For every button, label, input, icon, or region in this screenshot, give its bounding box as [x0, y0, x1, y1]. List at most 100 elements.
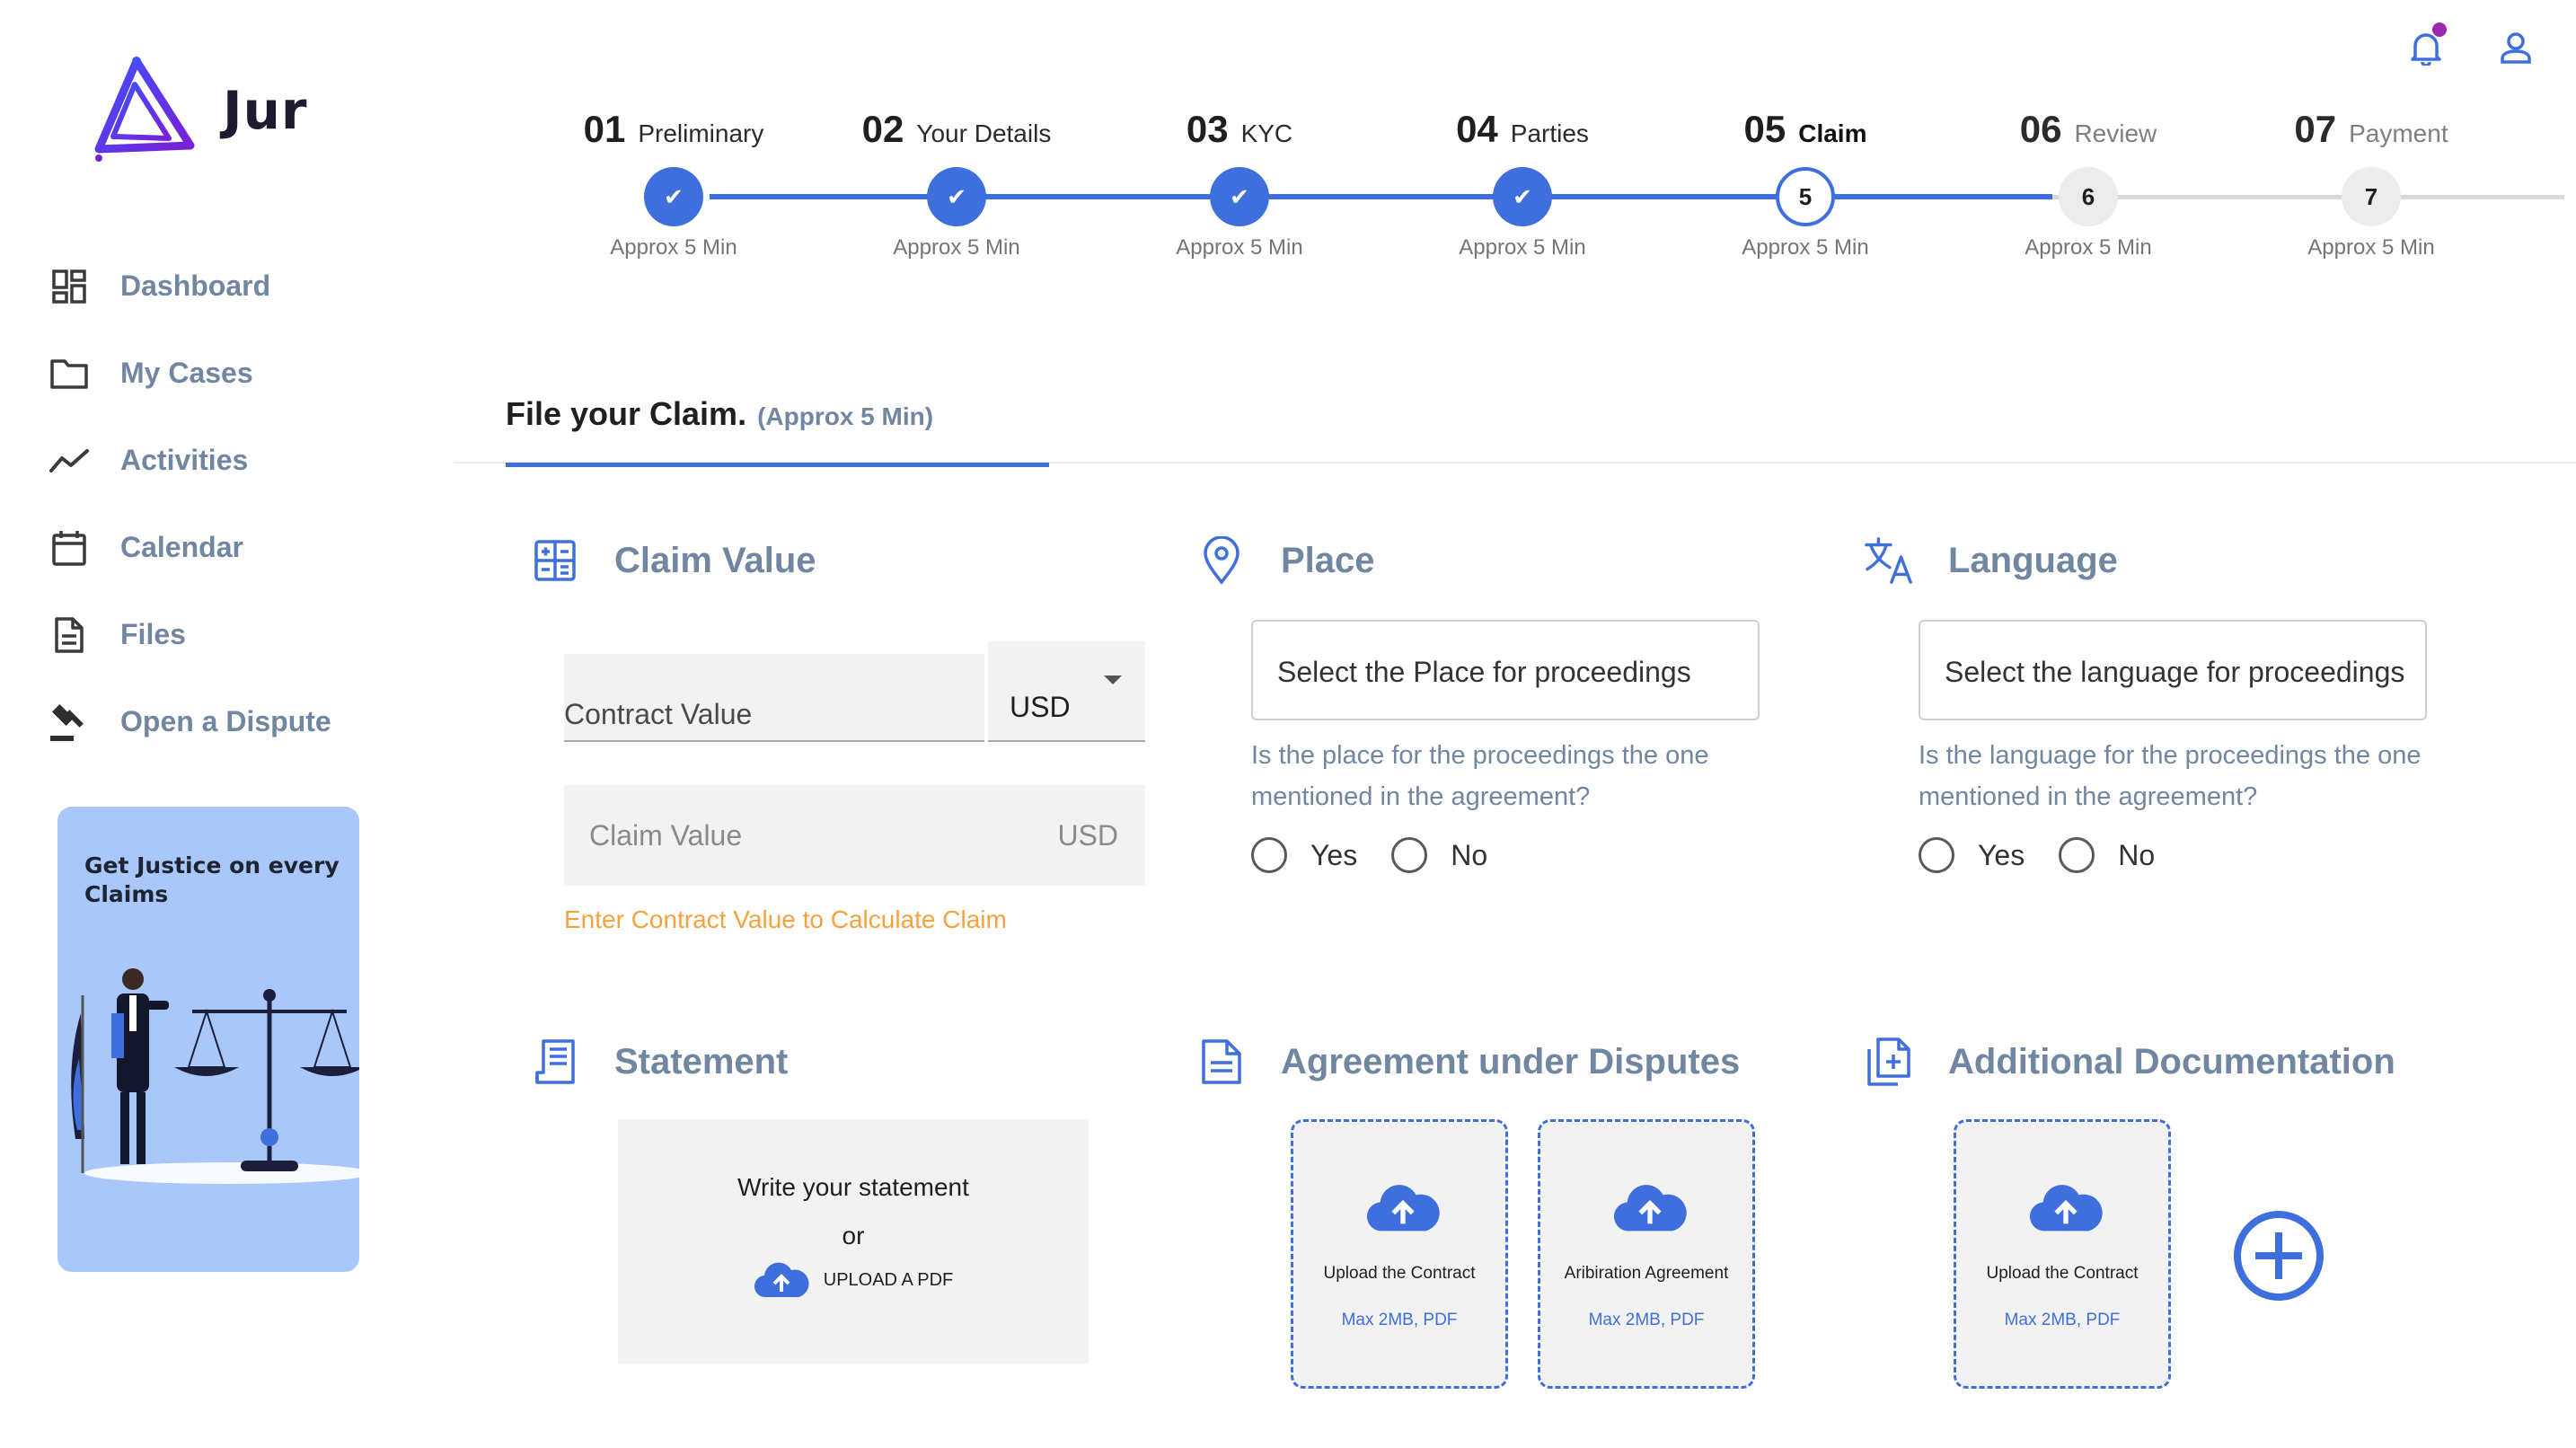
progress-stepper: 01 Preliminary ✔ Approx 5 Min 02 Your Deta… — [539, 108, 2564, 278]
stepper-line-pending — [2052, 195, 2564, 199]
step-number: 05 — [1743, 108, 1786, 150]
upload-contract-card[interactable]: Upload the Contract Max 2MB, PDF — [1291, 1119, 1508, 1389]
step-parties[interactable]: 04 Parties ✔ Approx 5 Min — [1388, 108, 1657, 260]
step-check-icon: ✔ — [1210, 167, 1269, 226]
upload-pdf-label: UPLOAD A PDF — [823, 1269, 954, 1290]
place-radio-group: Yes No — [1251, 837, 1522, 873]
section-title: Agreement under Disputes — [1281, 1041, 1741, 1082]
radio-circle — [1919, 837, 1954, 873]
radio-circle — [2059, 837, 2095, 873]
step-claim[interactable]: 05 Claim 5 Approx 5 Min — [1671, 108, 1940, 260]
sidebar-nav: Dashboard My Cases Activities Calendar F… — [47, 243, 331, 765]
notification-dot — [2432, 22, 2447, 37]
upload-pdf-button[interactable]: UPLOAD A PDF — [618, 1261, 1089, 1299]
place-section-header: Place — [1196, 535, 1375, 586]
step-number: 03 — [1186, 108, 1229, 150]
statement-input[interactable]: Write your statement or UPLOAD A PDF — [618, 1119, 1089, 1364]
cloud-upload-icon — [2029, 1185, 2103, 1232]
place-select[interactable]: Select the Place for proceedings — [1251, 620, 1760, 720]
place-radio-yes[interactable]: Yes — [1251, 837, 1357, 873]
step-your-details[interactable]: 02 Your Details ✔ Approx 5 Min — [822, 108, 1091, 260]
tab-file-claim[interactable]: File your Claim. (Approx 5 Min) — [506, 386, 1049, 467]
calculator-icon — [530, 535, 580, 586]
tab-title: File your Claim. — [506, 395, 747, 432]
sidebar-item-dashboard[interactable]: Dashboard — [47, 243, 331, 330]
radio-circle — [1251, 837, 1287, 873]
chevron-down-icon — [1104, 675, 1122, 684]
section-title: Place — [1281, 540, 1375, 580]
upload-card-spec: Max 2MB, PDF — [2004, 1311, 2121, 1329]
upload-card-spec: Max 2MB, PDF — [1588, 1311, 1705, 1329]
sidebar-item-my-cases[interactable]: My Cases — [47, 330, 331, 417]
step-label: Payment — [2349, 119, 2448, 147]
step-label: Review — [2074, 119, 2157, 147]
section-title: Claim Value — [614, 540, 816, 580]
claim-hint-text: Enter Contract Value to Calculate Claim — [564, 905, 1007, 933]
step-preliminary[interactable]: 01 Preliminary ✔ Approx 5 Min — [539, 108, 808, 260]
place-radio-no[interactable]: No — [1391, 837, 1487, 873]
upload-additional-card[interactable]: Upload the Contract Max 2MB, PDF — [1954, 1119, 2171, 1389]
sidebar-item-label: Dashboard — [120, 269, 271, 302]
promo-card[interactable]: Get Justice on every Claims — [57, 807, 359, 1272]
step-number: 07 — [2294, 108, 2337, 150]
claim-value-placeholder: Claim Value — [589, 819, 743, 852]
upload-arbitration-card[interactable]: Aribiration Agreement Max 2MB, PDF — [1538, 1119, 1755, 1389]
document-icon — [1196, 1037, 1247, 1087]
language-select[interactable]: Select the language for proceedings — [1919, 620, 2427, 720]
sidebar-item-open-dispute[interactable]: Open a Dispute — [47, 678, 331, 765]
step-label: Preliminary — [638, 119, 764, 147]
step-payment[interactable]: 07 Payment 7 Approx 5 Min — [2236, 108, 2506, 260]
step-approx: Approx 5 Min — [1742, 235, 1869, 260]
step-check-icon: ✔ — [1493, 167, 1552, 226]
add-document-button[interactable] — [2232, 1209, 2325, 1302]
radio-circle — [1391, 837, 1428, 873]
sidebar-item-calendar[interactable]: Calendar — [47, 504, 331, 591]
step-label: Claim — [1798, 119, 1867, 147]
language-radio-group: Yes No — [1919, 837, 2189, 873]
promo-text: Get Justice on every Claims — [84, 852, 340, 907]
language-radio-yes[interactable]: Yes — [1919, 837, 2025, 873]
step-number: 01 — [583, 108, 626, 150]
activity-chart-icon — [47, 438, 92, 483]
statement-or: or — [842, 1222, 865, 1249]
sidebar-item-label: My Cases — [120, 357, 253, 389]
statement-write-prompt: Write your statement — [737, 1173, 969, 1201]
justice-illustration — [71, 968, 359, 1184]
app-logo[interactable]: Jur — [90, 52, 307, 169]
step-approx: Approx 5 Min — [893, 235, 1020, 260]
section-title: Language — [1948, 540, 2118, 580]
language-select-placeholder: Select the language for proceedings — [1945, 656, 2405, 688]
step-approx: Approx 5 Min — [2307, 235, 2435, 260]
step-kyc[interactable]: 03 KYC ✔ Approx 5 Min — [1105, 108, 1374, 260]
user-profile-icon[interactable] — [2493, 25, 2538, 70]
step-review[interactable]: 06 Review 6 Approx 5 Min — [1954, 108, 2223, 260]
step-label: Your Details — [916, 119, 1052, 147]
tab-active-indicator — [506, 463, 1049, 467]
step-number: 04 — [1456, 108, 1498, 150]
language-section-header: Language — [1864, 535, 2118, 586]
sidebar-item-files[interactable]: Files — [47, 591, 331, 678]
step-approx: Approx 5 Min — [1459, 235, 1586, 260]
add-document-icon — [1864, 1037, 1914, 1087]
cloud-upload-icon — [754, 1262, 809, 1298]
additional-docs-section-header: Additional Documentation — [1864, 1037, 2395, 1087]
calendar-icon — [47, 525, 92, 570]
upload-card-spec: Max 2MB, PDF — [1341, 1311, 1458, 1329]
notification-bell-icon[interactable] — [2404, 22, 2448, 70]
sidebar-item-activities[interactable]: Activities — [47, 417, 331, 504]
language-radio-no[interactable]: No — [2059, 837, 2155, 873]
step-marker: 6 — [2059, 167, 2118, 226]
currency-select[interactable]: USD — [988, 641, 1145, 742]
app-name: Jur — [223, 80, 308, 141]
contract-value-label: Contract Value — [564, 698, 753, 730]
sidebar-item-label: Calendar — [120, 531, 243, 563]
step-number: 02 — [861, 108, 904, 150]
contract-value-field[interactable]: Contract Value — [564, 654, 984, 742]
radio-label: Yes — [1978, 838, 2025, 871]
step-label: KYC — [1240, 119, 1293, 147]
claim-value-field[interactable]: Claim Value USD — [564, 785, 1145, 886]
section-title: Additional Documentation — [1948, 1041, 2395, 1082]
step-approx: Approx 5 Min — [1176, 235, 1303, 260]
translate-icon — [1864, 535, 1914, 586]
receipt-icon — [530, 1037, 580, 1087]
